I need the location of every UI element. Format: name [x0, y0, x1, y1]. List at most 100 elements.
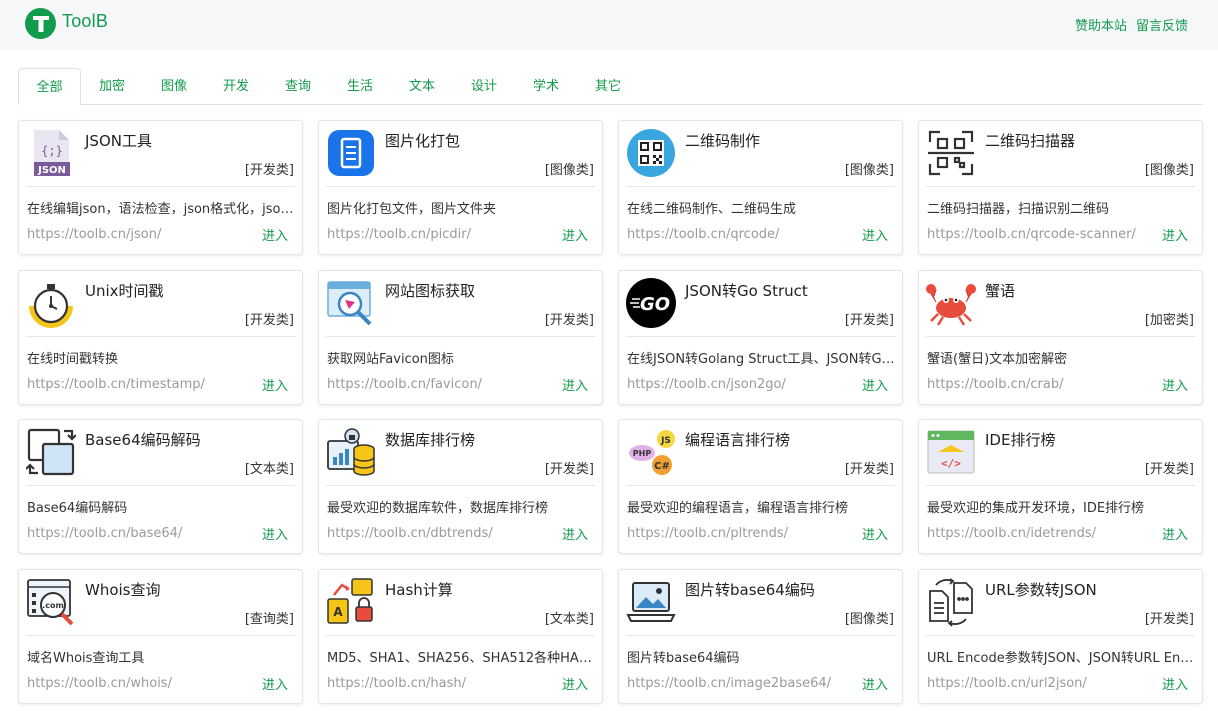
tool-url: https://toolb.cn/json/: [27, 227, 162, 242]
card-divider: [626, 485, 895, 486]
tool-title[interactable]: 图片化打包: [385, 130, 460, 151]
enter-link[interactable]: 进入: [562, 375, 588, 394]
tool-card[interactable]: 图片化打包 [图像类] 图片化打包文件，图片文件夹 https://toolb.…: [318, 120, 603, 255]
tool-card[interactable]: Base64编码解码 [文本类] Base64编码解码 https://tool…: [18, 419, 303, 554]
tool-description: 在线时间戳转换: [27, 352, 119, 367]
crab-icon: [926, 278, 976, 328]
document-icon: [326, 128, 376, 178]
tool-title[interactable]: JSON工具: [85, 130, 152, 151]
card-divider: [26, 485, 295, 486]
enter-link[interactable]: 进入: [1162, 375, 1188, 394]
logo-icon[interactable]: [25, 8, 56, 39]
tool-title[interactable]: 二维码扫描器: [985, 130, 1075, 151]
sponsor-link[interactable]: 赞助本站: [1075, 15, 1127, 34]
card-divider: [926, 186, 1195, 187]
tool-title[interactable]: JSON转Go Struct: [685, 280, 808, 301]
tab-design[interactable]: 设计: [453, 68, 515, 105]
tool-card[interactable]: Unix时间戳 [开发类] 在线时间戳转换 https://toolb.cn/t…: [18, 270, 303, 405]
tool-description: 在线JSON转Golang Struct工具、JSON转Go…: [627, 352, 895, 367]
tool-title[interactable]: URL参数转JSON: [985, 579, 1097, 600]
tab-text[interactable]: 文本: [391, 68, 453, 105]
tool-title[interactable]: 图片转base64编码: [685, 579, 815, 600]
enter-link[interactable]: 进入: [1162, 674, 1188, 693]
enter-link[interactable]: 进入: [562, 225, 588, 244]
enter-link[interactable]: 进入: [262, 225, 288, 244]
tool-card[interactable]: 数据库排行榜 [开发类] 最受欢迎的数据库软件，数据库排行榜 https://t…: [318, 419, 603, 554]
tool-title[interactable]: IDE排行榜: [985, 429, 1055, 450]
svg-text:GO: GO: [640, 294, 670, 315]
enter-link[interactable]: 进入: [862, 375, 888, 394]
tool-card[interactable]: 二维码扫描器 [图像类] 二维码扫描器，扫描识别二维码 https://tool…: [918, 120, 1203, 255]
enter-link[interactable]: 进入: [262, 674, 288, 693]
tool-title[interactable]: Unix时间戳: [85, 280, 164, 301]
tab-image[interactable]: 图像: [143, 68, 205, 105]
tool-title[interactable]: 编程语言排行榜: [685, 429, 790, 450]
tool-card[interactable]: 网站图标获取 [开发类] 获取网站Favicon图标 https://toolb…: [318, 270, 603, 405]
database-icon: [326, 427, 376, 477]
tool-title[interactable]: 数据库排行榜: [385, 429, 475, 450]
tool-title[interactable]: Hash计算: [385, 579, 453, 600]
svg-text:{;}: {;}: [41, 144, 63, 158]
feedback-link[interactable]: 留言反馈: [1136, 15, 1188, 34]
enter-link[interactable]: 进入: [862, 225, 888, 244]
tool-category: [开发类]: [544, 462, 594, 477]
card-divider: [26, 635, 295, 636]
svg-text:JSON: JSON: [37, 165, 66, 176]
tool-card[interactable]: A Hash计算 [文本类] MD5、SHA1、SHA256、SHA512各种H…: [318, 569, 603, 704]
tab-all[interactable]: 全部: [18, 68, 81, 105]
tool-card[interactable]: </> IDE排行榜 [开发类] 最受欢迎的集成开发环境，IDE排行榜 http…: [918, 419, 1203, 554]
enter-link[interactable]: 进入: [562, 674, 588, 693]
card-divider: [926, 635, 1195, 636]
tab-query[interactable]: 查询: [267, 68, 329, 105]
enter-link[interactable]: 进入: [1162, 225, 1188, 244]
tool-category: [加密类]: [1144, 313, 1194, 328]
languages-icon: JS PHP C#: [626, 427, 676, 477]
tool-description: 在线二维码制作、二维码生成: [627, 202, 797, 217]
svg-text:JS: JS: [660, 436, 671, 446]
tool-category: [图像类]: [544, 163, 594, 178]
tool-category: [开发类]: [244, 163, 294, 178]
tool-card[interactable]: GO JSON转Go Struct [开发类] 在线JSON转Golang St…: [618, 270, 903, 405]
brand-name[interactable]: ToolB: [62, 11, 108, 32]
tool-description: 图片化打包文件，图片文件夹: [327, 202, 497, 217]
category-tabs: 全部 加密 图像 开发 查询 生活 文本 设计 学术 其它: [18, 68, 1203, 105]
svg-text:PHP: PHP: [633, 449, 652, 458]
tool-category: [开发类]: [1144, 462, 1194, 477]
enter-link[interactable]: 进入: [262, 375, 288, 394]
tool-title[interactable]: 二维码制作: [685, 130, 760, 151]
tool-title[interactable]: 网站图标获取: [385, 280, 475, 301]
tool-card[interactable]: URL参数转JSON [开发类] URL Encode参数转JSON、JSON转…: [918, 569, 1203, 704]
tab-life[interactable]: 生活: [329, 68, 391, 105]
tool-description: 蟹语(蟹日)文本加密解密: [927, 352, 1068, 367]
qr-scanner-icon: [926, 128, 976, 178]
tool-category: [开发类]: [844, 462, 894, 477]
tool-title[interactable]: Base64编码解码: [85, 429, 201, 450]
tab-academic[interactable]: 学术: [515, 68, 577, 105]
tool-category: [图像类]: [1144, 163, 1194, 178]
tab-crypto[interactable]: 加密: [81, 68, 143, 105]
tab-dev[interactable]: 开发: [205, 68, 267, 105]
tab-other[interactable]: 其它: [577, 68, 639, 105]
tool-url: https://toolb.cn/idetrends/: [927, 526, 1097, 541]
enter-link[interactable]: 进入: [862, 524, 888, 543]
tool-url: https://toolb.cn/whois/: [27, 676, 172, 691]
tool-card[interactable]: 二维码制作 [图像类] 在线二维码制作、二维码生成 https://toolb.…: [618, 120, 903, 255]
tool-card[interactable]: .com Whois查询 [查询类] 域名Whois查询工具 https://t…: [18, 569, 303, 704]
tool-title[interactable]: Whois查询: [85, 579, 161, 600]
enter-link[interactable]: 进入: [262, 524, 288, 543]
tool-card[interactable]: JS PHP C# 编程语言排行榜 [开发类] 最受欢迎的编程语言，编程语言排行…: [618, 419, 903, 554]
card-divider: [926, 336, 1195, 337]
tool-category: [图像类]: [844, 163, 894, 178]
json-file-icon: {;} JSON: [26, 128, 76, 178]
enter-link[interactable]: 进入: [1162, 524, 1188, 543]
tool-card[interactable]: {;} JSON JSON工具 [开发类] 在线编辑json，语法检查，json…: [18, 120, 303, 255]
tool-category: [文本类]: [544, 612, 594, 627]
tool-url: https://toolb.cn/qrcode-scanner/: [927, 227, 1136, 242]
tool-url: https://toolb.cn/url2json/: [927, 676, 1087, 691]
enter-link[interactable]: 进入: [862, 674, 888, 693]
tool-url: https://toolb.cn/dbtrends/: [327, 526, 493, 541]
tool-title[interactable]: 蟹语: [985, 280, 1015, 301]
tool-card[interactable]: 图片转base64编码 [图像类] 图片转base64编码 https://to…: [618, 569, 903, 704]
tool-card[interactable]: 蟹语 [加密类] 蟹语(蟹日)文本加密解密 https://toolb.cn/c…: [918, 270, 1203, 405]
enter-link[interactable]: 进入: [562, 524, 588, 543]
